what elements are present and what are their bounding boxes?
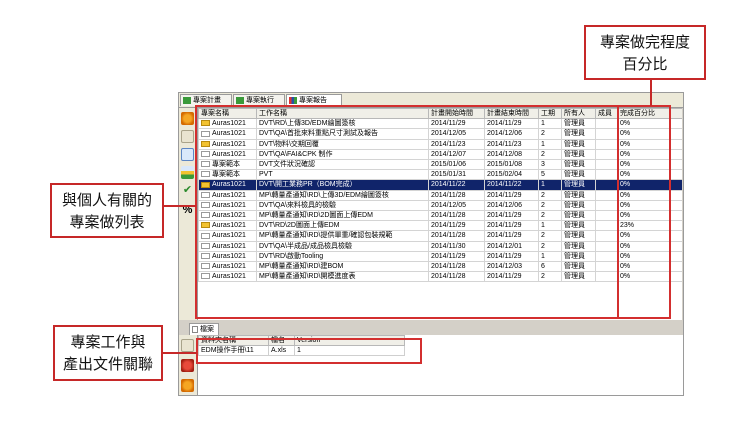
callout-line: 專案做列表 xyxy=(69,214,145,231)
plan-icon xyxy=(183,97,191,104)
add-task-icon[interactable] xyxy=(181,148,194,161)
percent-callout: 專案做完程度 百分比 xyxy=(584,25,706,80)
callout-line: 專案做完程度 xyxy=(599,34,690,51)
callout-line: 產出文件關聯 xyxy=(62,356,153,373)
check-icon[interactable]: ✔ xyxy=(181,184,194,197)
personal-callout: 與個人有關的 專案做列表 xyxy=(50,183,164,238)
percent-column-highlight xyxy=(617,105,671,319)
tab-label: 專案報告 xyxy=(299,97,327,104)
report-chart-icon xyxy=(289,97,297,104)
delete-file-icon[interactable] xyxy=(181,359,194,372)
add-file-icon[interactable] xyxy=(181,339,194,352)
chart-icon[interactable] xyxy=(181,166,194,179)
edit-icon[interactable] xyxy=(181,130,194,143)
tab-files[interactable]: 檔案 xyxy=(189,323,219,335)
personal-connector xyxy=(163,205,196,207)
tab-label: 專案執行 xyxy=(246,97,274,104)
percent-connector xyxy=(650,78,652,106)
execution-icon xyxy=(236,97,244,104)
task-list-highlight xyxy=(195,105,619,319)
files-connector xyxy=(162,352,197,354)
callout-line: 百分比 xyxy=(622,56,668,73)
file-row-highlight xyxy=(196,338,422,364)
open-file-icon[interactable] xyxy=(181,379,194,392)
callout-line: 專案工作與 xyxy=(70,334,146,351)
file-icon xyxy=(192,326,198,333)
refresh-icon[interactable] xyxy=(181,112,194,125)
tab-label: 專案計畫 xyxy=(193,97,221,104)
files-callout: 專案工作與 產出文件關聯 xyxy=(53,325,163,381)
tab-label: 檔案 xyxy=(200,326,214,333)
callout-line: 與個人有關的 xyxy=(61,192,152,209)
